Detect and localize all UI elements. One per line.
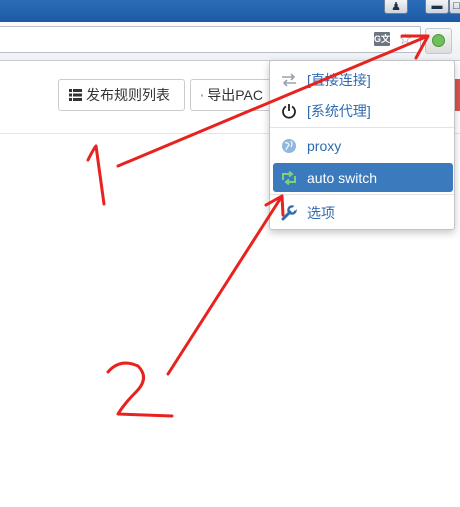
translate-icon[interactable]: G文 bbox=[374, 32, 390, 46]
minimize-icon: ▬ bbox=[431, 0, 443, 12]
proxy-extension-button[interactable] bbox=[425, 28, 452, 54]
export-pac-button[interactable]: 导出PAC bbox=[190, 79, 274, 111]
menu-item-label: [系统代理] bbox=[307, 102, 371, 119]
export-button-label: 导出PAC bbox=[207, 87, 263, 103]
menu-item-label: auto switch bbox=[307, 169, 378, 186]
power-icon bbox=[279, 101, 299, 121]
menu-item-system-proxy[interactable]: [系统代理] bbox=[273, 96, 453, 125]
menu-divider bbox=[270, 127, 454, 128]
menu-item-proxy[interactable]: proxy bbox=[273, 131, 453, 160]
menu-item-label: [直接连接] bbox=[307, 71, 371, 88]
annotation-digit-1 bbox=[86, 144, 106, 206]
menu-divider bbox=[270, 194, 454, 195]
minimize-button[interactable]: ▬ bbox=[425, 0, 449, 14]
window-titlebar: ♟ ▬ □ bbox=[0, 0, 460, 22]
annotation-arrow-2 bbox=[166, 194, 284, 376]
direct-connect-icon bbox=[279, 70, 299, 90]
user-icon: ♟ bbox=[391, 0, 401, 13]
publish-rule-list-button[interactable]: 发布规则列表 bbox=[58, 79, 185, 111]
download-icon bbox=[201, 93, 204, 97]
wrench-icon bbox=[279, 203, 299, 223]
menu-item-label: proxy bbox=[307, 137, 342, 154]
menu-item-options[interactable]: 选项 bbox=[273, 198, 453, 227]
menu-item-direct-connect[interactable]: [直接连接] bbox=[273, 65, 453, 94]
annotation-digit-2 bbox=[106, 361, 174, 418]
publish-button-label: 发布规则列表 bbox=[86, 87, 170, 103]
status-dot-icon bbox=[432, 34, 445, 47]
maximize-button[interactable]: □ bbox=[449, 0, 460, 14]
maximize-icon: □ bbox=[453, 0, 460, 12]
menu-item-label: 选项 bbox=[307, 204, 335, 221]
address-bar[interactable]: G文 ☆ bbox=[0, 26, 421, 53]
retweet-icon bbox=[279, 168, 299, 188]
menu-item-auto-switch[interactable]: auto switch bbox=[273, 163, 453, 192]
list-icon bbox=[69, 89, 82, 101]
bookmark-star-icon[interactable]: ☆ bbox=[399, 30, 412, 48]
user-profile-button[interactable]: ♟ bbox=[384, 0, 408, 14]
globe-icon bbox=[279, 136, 299, 156]
proxy-switch-menu: [直接连接] [系统代理] proxy auto switch 选项 bbox=[269, 60, 455, 230]
